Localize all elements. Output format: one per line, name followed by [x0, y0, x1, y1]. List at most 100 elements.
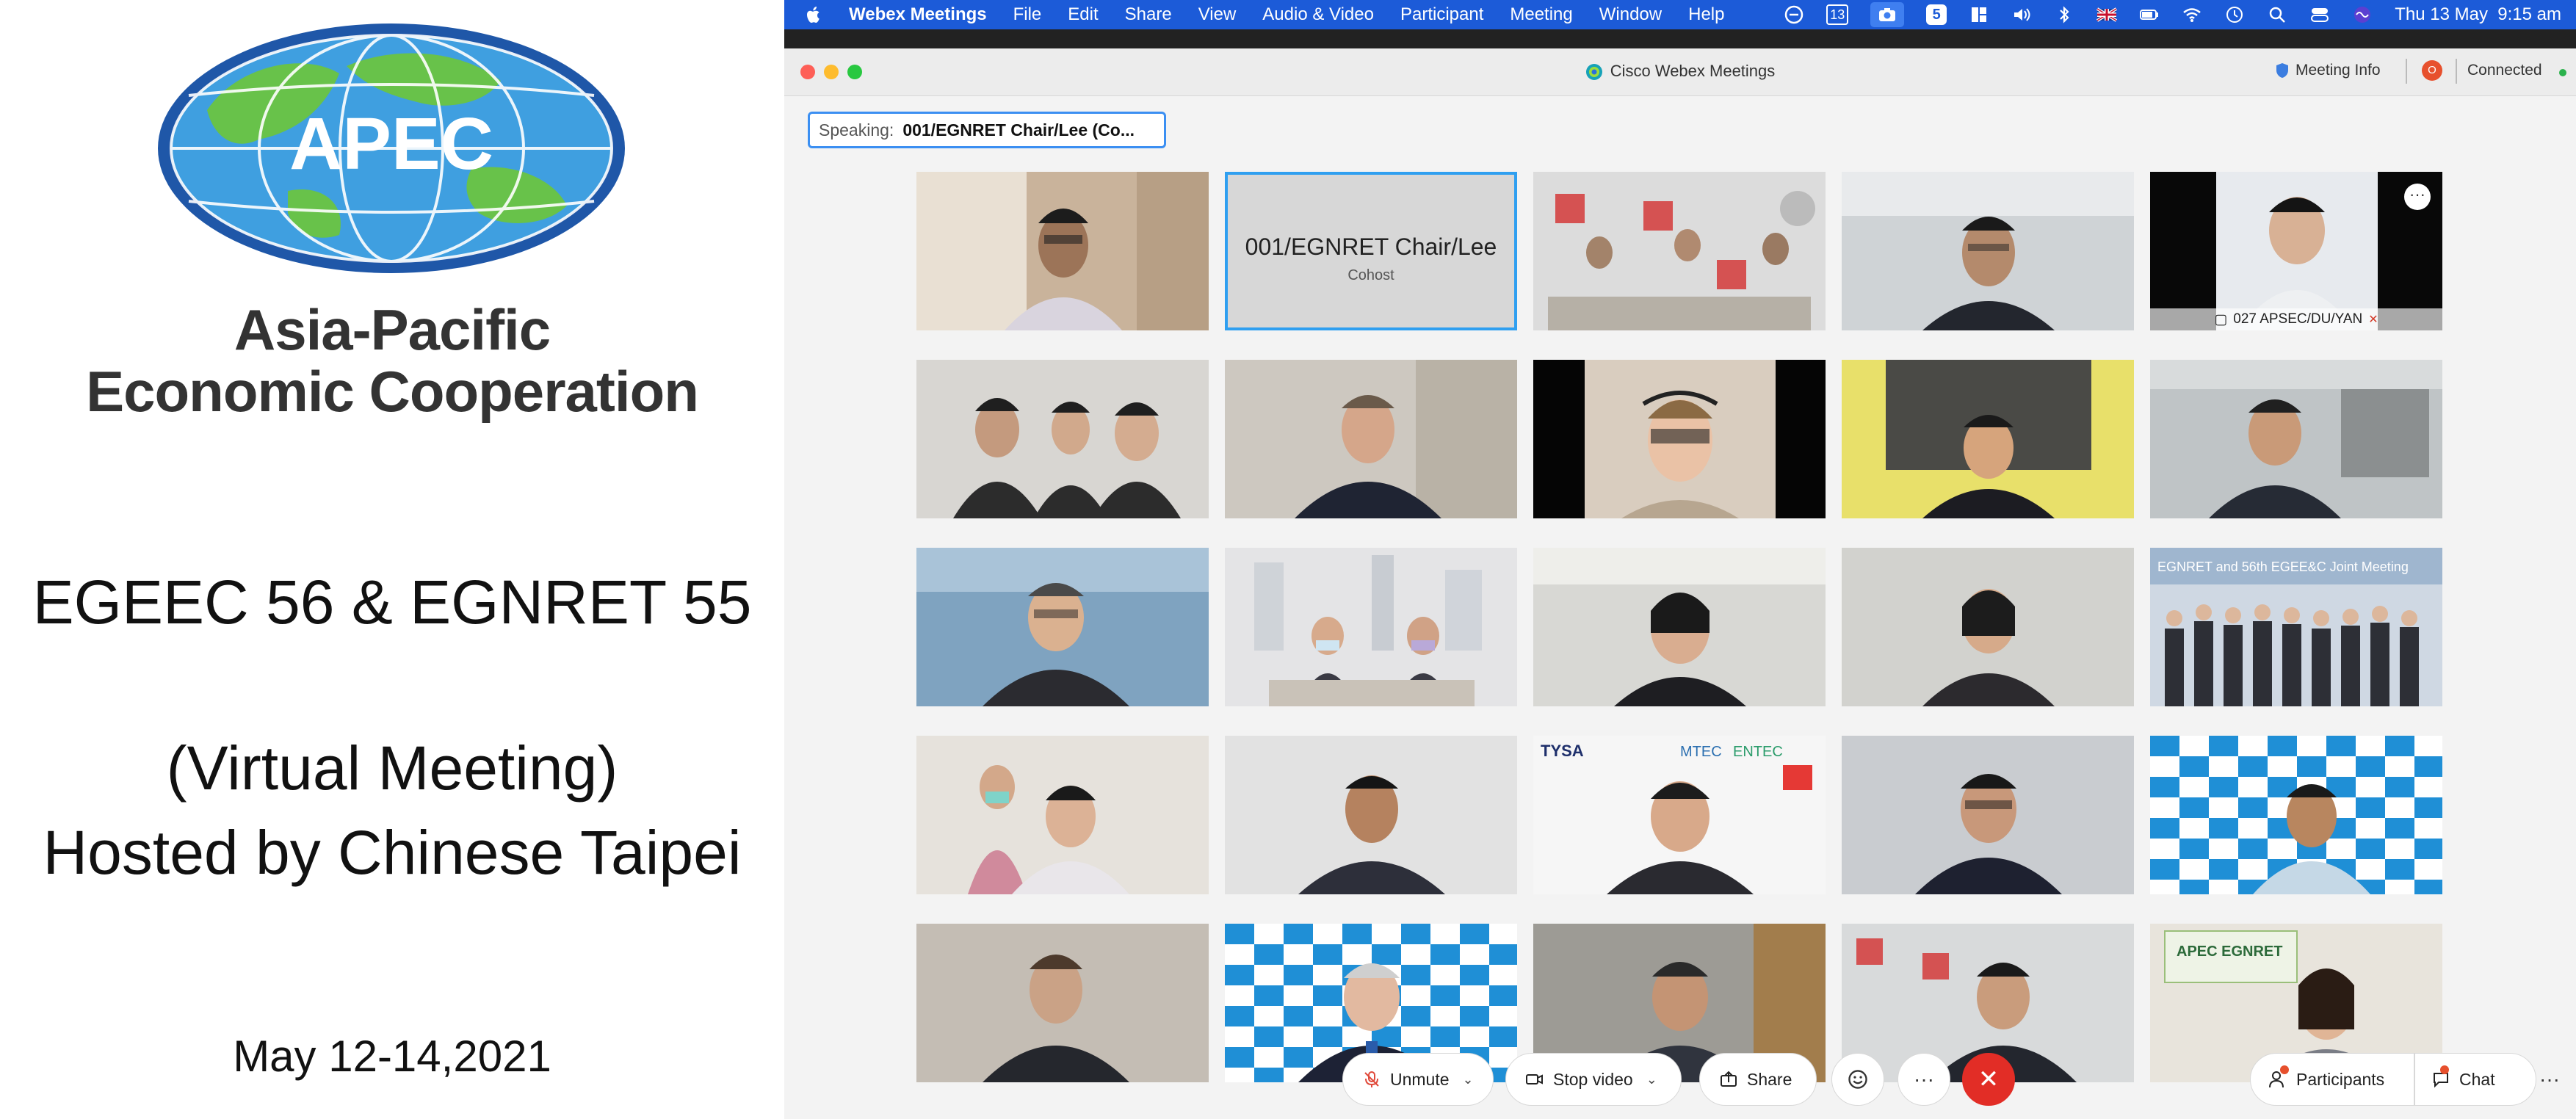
apec-logo-text: APEC: [289, 103, 493, 185]
share-label: Share: [1747, 1069, 1792, 1089]
meeting-dates: May 12-14,2021: [233, 1032, 551, 1081]
menu-meeting[interactable]: Meeting: [1510, 4, 1572, 25]
video-tile[interactable]: [1842, 360, 2134, 518]
share-icon: [1721, 1071, 1737, 1087]
smiley-icon: [1848, 1070, 1867, 1089]
org-name-line2: Economic Cooperation: [86, 359, 699, 424]
chat-button[interactable]: Chat: [2414, 1053, 2536, 1106]
speaking-name: 001/EGNRET Chair/Lee (Co...: [902, 120, 1135, 140]
chevron-down-icon[interactable]: ⌄: [1463, 1072, 1474, 1087]
connection-status[interactable]: Connected: [2467, 62, 2542, 79]
video-tile[interactable]: [1533, 360, 1826, 518]
notification-dot: [2440, 1065, 2449, 1074]
chat-label: Chat: [2459, 1069, 2495, 1089]
video-tile[interactable]: [1533, 548, 1826, 706]
uk-flag-icon[interactable]: [2096, 4, 2118, 25]
video-tile[interactable]: EGNRET and 56th EGEE&C Joint Meeting: [2150, 548, 2442, 706]
time-machine-icon[interactable]: [2224, 4, 2245, 25]
menu-participant[interactable]: Participant: [1400, 4, 1483, 25]
video-tile[interactable]: [1842, 548, 2134, 706]
video-tile[interactable]: ··· ▢ 027 APSEC/DU/YAN ✕: [2150, 172, 2442, 330]
shield-five-icon[interactable]: 5: [1926, 4, 1947, 25]
host-name-card[interactable]: 001/EGNRET Chair/Lee Cohost: [1225, 172, 1517, 330]
tile-brand-text: TYSA: [1541, 742, 1584, 760]
reactions-button[interactable]: [1831, 1053, 1884, 1106]
apec-logo: APEC: [158, 23, 625, 273]
unmute-button[interactable]: Unmute ⌄: [1342, 1053, 1494, 1106]
webex-logo-icon: [1585, 64, 1602, 81]
siri-icon[interactable]: [2352, 4, 2373, 25]
tile-brand-text: MTEC: [1680, 744, 1722, 760]
more-options-button[interactable]: ···: [1897, 1053, 1950, 1106]
video-tile[interactable]: [1225, 548, 1517, 706]
window-layout-icon[interactable]: [1969, 4, 1989, 25]
meeting-host: Hosted by Chinese Taipei: [43, 818, 742, 887]
menu-view[interactable]: View: [1198, 4, 1237, 25]
video-tile[interactable]: [916, 360, 1209, 518]
leave-meeting-button[interactable]: ✕: [1962, 1053, 2015, 1106]
participants-button[interactable]: Participants: [2250, 1053, 2414, 1106]
screen-icon: ▢: [2214, 311, 2228, 327]
connection-indicator-icon: [2559, 69, 2566, 76]
video-tile[interactable]: [916, 548, 1209, 706]
muted-mic-icon: [1364, 1071, 1379, 1087]
video-tile[interactable]: TYSA MTEC ENTEC: [1533, 736, 1826, 894]
menu-window[interactable]: Window: [1599, 4, 1662, 25]
meeting-controls-bar: Unmute ⌄ Stop video ⌄ Share ··· ✕ Partic…: [784, 1029, 2576, 1119]
host-role: Cohost: [1347, 267, 1394, 283]
do-not-disturb-icon[interactable]: [1784, 4, 1804, 25]
menubar-datetime[interactable]: Thu 13 May 9:15 am: [2395, 4, 2561, 25]
org-name-line1: Asia-Pacific: [234, 297, 551, 362]
recording-badge[interactable]: O: [2422, 60, 2442, 81]
wifi-icon[interactable]: [2182, 4, 2202, 25]
menu-help[interactable]: Help: [1688, 4, 1724, 25]
menu-audio-video[interactable]: Audio & Video: [1262, 4, 1374, 25]
webex-window: Cisco Webex Meetings Meeting Info O Conn…: [784, 48, 2576, 1119]
more-panels-icon[interactable]: ···: [2529, 1068, 2570, 1091]
video-tile[interactable]: [2150, 360, 2442, 518]
video-tile[interactable]: [1225, 360, 1517, 518]
meeting-title: EGEEC 56 & EGNRET 55: [32, 568, 752, 637]
calendar-icon[interactable]: 13: [1826, 4, 1849, 25]
window-titlebar: Cisco Webex Meetings Meeting Info O Conn…: [784, 48, 2576, 96]
meeting-info-label: Meeting Info: [2295, 62, 2381, 79]
video-camera-icon: [1526, 1074, 1543, 1084]
participant-name: 027 APSEC/DU/YAN: [2233, 311, 2363, 327]
menu-edit[interactable]: Edit: [1068, 4, 1098, 25]
chevron-down-icon[interactable]: ⌄: [1646, 1072, 1657, 1087]
slide-panel: APEC Asia-Pacific Economic Cooperation E…: [0, 0, 784, 1119]
camera-icon[interactable]: [1870, 2, 1905, 27]
video-tile[interactable]: [916, 172, 1209, 330]
divider: [2406, 59, 2407, 84]
active-speaker-indicator: Speaking: 001/EGNRET Chair/Lee (Co...: [808, 112, 1166, 148]
menu-file[interactable]: File: [1013, 4, 1042, 25]
tile-brand-text: ENTEC: [1733, 744, 1783, 760]
macos-menu-bar: Webex Meetings File Edit Share View Audi…: [784, 0, 2576, 29]
notification-dot: [2280, 1065, 2289, 1074]
menu-app-name[interactable]: Webex Meetings: [849, 4, 987, 25]
meeting-type: (Virtual Meeting): [166, 734, 618, 803]
muted-mic-icon: ✕: [2368, 314, 2378, 326]
video-tile[interactable]: [1842, 736, 2134, 894]
battery-icon[interactable]: [2139, 4, 2160, 25]
divider: [2456, 59, 2457, 84]
speaking-label: Speaking:: [819, 120, 894, 140]
unmute-label: Unmute: [1390, 1069, 1450, 1089]
video-tile[interactable]: [2150, 736, 2442, 894]
shield-icon: [2276, 63, 2288, 78]
video-tile[interactable]: [1225, 736, 1517, 894]
spotlight-search-icon[interactable]: [2267, 4, 2287, 25]
apple-icon[interactable]: [805, 5, 822, 24]
share-button[interactable]: Share: [1699, 1053, 1817, 1106]
bluetooth-icon[interactable]: [2054, 4, 2074, 25]
menu-share[interactable]: Share: [1125, 4, 1172, 25]
video-tile[interactable]: [1842, 172, 2134, 330]
more-options-icon[interactable]: ···: [2404, 184, 2431, 210]
video-tile[interactable]: [1533, 172, 1826, 330]
stop-video-button[interactable]: Stop video ⌄: [1505, 1053, 1682, 1106]
control-center-icon[interactable]: [2309, 4, 2330, 25]
meeting-info-button[interactable]: Meeting Info: [2275, 62, 2381, 79]
stop-video-label: Stop video: [1553, 1069, 1633, 1089]
video-tile[interactable]: [916, 736, 1209, 894]
volume-icon[interactable]: [2011, 4, 2032, 25]
